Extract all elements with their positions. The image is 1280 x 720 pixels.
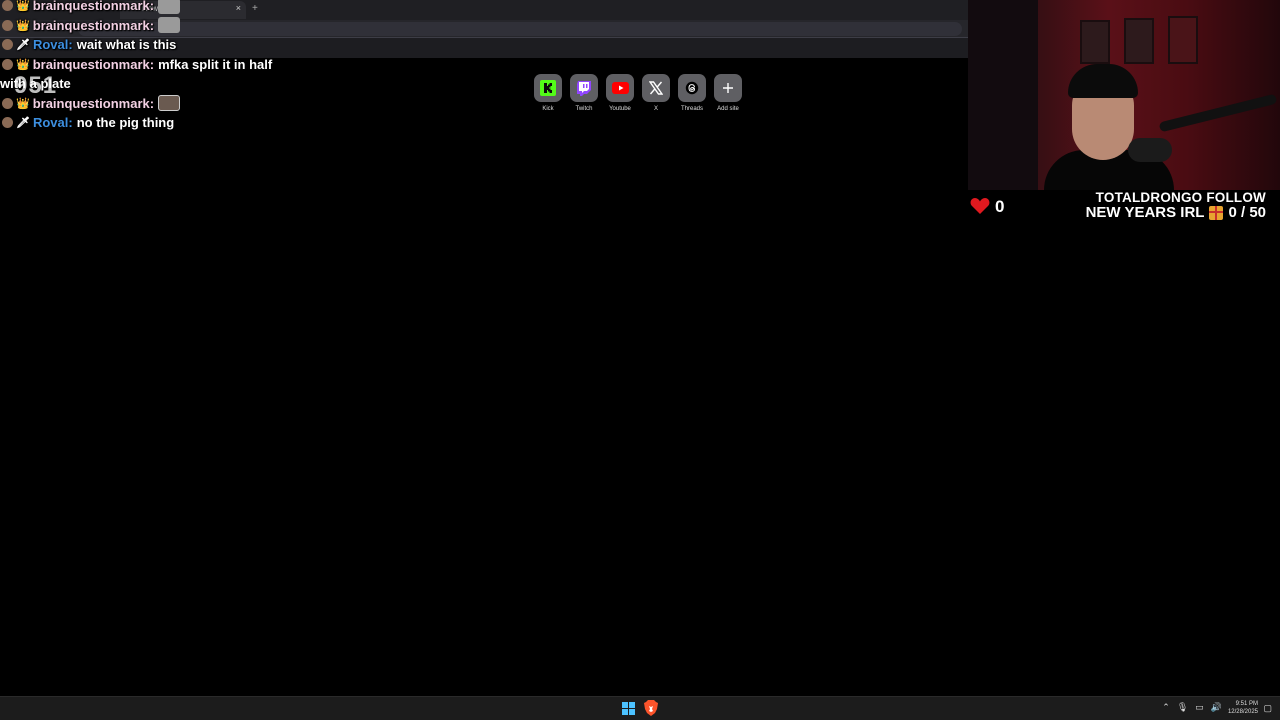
mic-arm [1158,93,1278,133]
follow-goal-title: TOTALDRONGO FOLLOW [1095,190,1266,205]
chat-username: brainquestionmark [32,0,150,14]
quick-link-add-site[interactable]: Add site [714,74,742,112]
quick-link-label: Kick [542,106,554,112]
chat-colon: : [68,37,73,53]
quick-link-label: Youtube [609,106,631,112]
avatar [2,0,13,12]
heart-icon [970,198,990,214]
youtube-icon [611,82,629,94]
quick-link-x[interactable]: X [642,74,670,112]
emote [158,0,181,14]
avatar [2,19,13,31]
chat-username: brainquestionmark [32,17,150,33]
threads-icon [685,81,699,95]
sword-icon: 🗡 [16,39,30,52]
add-site-tile[interactable] [714,74,742,102]
chat-message: 👑 brainquestionmark: [0,16,330,36]
clock-time: 9:51 PM [1235,701,1258,707]
wall-frame [1080,20,1110,64]
monitor-icon[interactable]: ▭ [1195,702,1204,713]
quick-link-label: X [653,106,658,112]
goal-line: NEW YEARS IRL 0 / 50 [1086,204,1266,221]
windows-start-icon[interactable] [622,702,635,715]
x-icon [649,81,663,95]
youtube-tile[interactable] [606,74,634,102]
crown-icon: 👑 [16,0,30,13]
chat-username: Roval [32,37,69,53]
goal-label: NEW YEARS IRL [1085,204,1205,221]
quick-link-twitch[interactable]: Twitch [570,74,598,112]
x-tile[interactable] [642,74,670,102]
chat-message: 👑 brainquestionmark: [0,0,330,16]
brave-browser-icon[interactable] [644,700,658,716]
quick-link-threads[interactable]: Threads [678,74,706,112]
sword-icon: 🗡 [16,117,30,130]
system-tray: ⌃ 🎙 ▭ 🔊 [1162,702,1222,713]
avatar [2,39,13,51]
speaker-icon[interactable]: 🔊 [1211,702,1222,713]
mic-icon[interactable]: 🎙 [1177,702,1188,713]
twitch-tile[interactable] [570,74,598,102]
emote [158,17,181,34]
heart-count: 0 [995,197,1005,216]
chat-text: mfka split it in half [158,56,273,72]
quick-link-label: Twitch [575,106,593,112]
chat-message: 🗡 Roval: wait what is this [0,35,330,55]
avatar [2,117,13,129]
wall-frame [1124,18,1154,64]
chat-colon: : [68,115,73,131]
chat-username: Roval [32,115,69,131]
clock[interactable]: 9:51 PM 12/28/2025 [1228,700,1258,716]
webcam-shadow [968,0,1038,190]
plus-icon [723,83,733,93]
quick-link-youtube[interactable]: Youtube [606,74,634,112]
notification-icon[interactable]: ▢ [1263,703,1272,714]
webcam-feed [968,0,1280,190]
chat-colon: : [149,56,155,72]
threads-tile[interactable] [678,74,706,102]
kick-tile[interactable] [534,74,562,102]
avatar [2,97,13,109]
goal-progress: 0 / 50 [1228,204,1266,221]
quick-link-kick[interactable]: Kick [534,74,562,112]
chevron-up-icon[interactable]: ⌃ [1162,702,1170,713]
chat-colon: : [149,95,155,111]
quick-links: Kick Twitch Youtube X Threads Add site [534,74,742,112]
quick-link-label: Add site [717,106,739,112]
beanie [1068,64,1138,98]
taskbar: ⌃ 🎙 ▭ 🔊 9:51 PM 12/28/2025 ▢ [0,696,1280,720]
twitch-icon [577,80,591,96]
chat-username: brainquestionmark [32,56,150,72]
crown-icon: 👑 [16,58,30,71]
chat-overlay: 👑 brainquestionmark: 👑 brainquestionmark… [0,0,330,133]
chat-text: no the pig thing [76,115,175,131]
chat-message: 🗡 Roval: no the pig thing [0,113,330,133]
clock-date: 12/28/2025 [1227,709,1258,715]
chat-colon: : [149,0,155,14]
crown-icon: 👑 [16,19,30,32]
microphone [1128,138,1172,162]
avatar [2,58,13,70]
emote [158,95,181,112]
ghost-number: 951 [14,72,58,99]
gift-icon [1209,205,1224,220]
wall-frame [1168,16,1198,64]
chat-text: wait what is this [76,37,177,53]
quick-link-label: Threads [680,106,703,112]
kick-icon [540,80,556,96]
chat-colon: : [149,17,155,33]
